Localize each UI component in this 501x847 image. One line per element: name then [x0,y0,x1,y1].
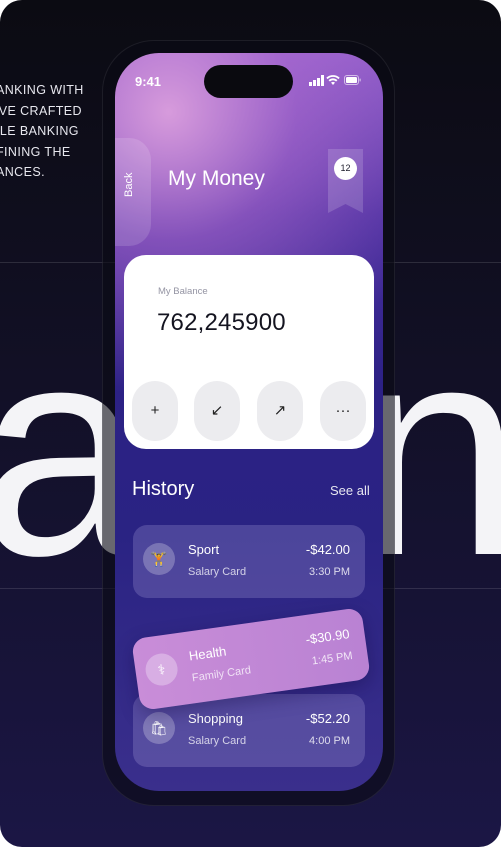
transaction-time: 1:45 PM [311,649,354,668]
arrow-up-right-icon: ↗ [273,402,287,419]
transaction-amount: -$52.20 [305,711,350,726]
plus-icon: + [150,402,160,419]
dumbbell-icon: 🏋 [143,543,175,575]
presentation-canvas: a in ANKING WITH 'VE CRAFTED ILE BANKING… [0,0,501,847]
transaction-card: Salary Card [188,735,247,747]
transaction-name: Sport [188,542,220,557]
phone-screen: 9:41 Back My Money 12 My Balance 762,245… [115,53,383,791]
dynamic-island [204,65,293,98]
more-icon: ··· [335,402,351,419]
balance-label: My Balance [158,286,208,297]
back-label: Back [123,172,135,197]
transaction-name: Shopping [188,711,243,726]
transaction-name: Health [187,643,228,664]
status-bar: 9:41 [115,53,383,103]
wifi-icon [326,75,340,85]
cellular-signal-icon [309,75,324,86]
transaction-card: Family Card [191,664,252,685]
send-button[interactable]: ↗ [257,381,303,441]
more-button[interactable]: ··· [320,381,366,441]
side-copy-line: ANKING WITH [0,83,84,97]
arrow-down-left-icon: ↙ [210,402,224,419]
side-copy-line: ANCES. [0,165,45,179]
receive-button[interactable]: ↙ [194,381,240,441]
side-copy-line: ILE BANKING [0,124,79,138]
transaction-amount: -$30.90 [304,626,351,648]
see-all-link[interactable]: See all [330,483,370,498]
history-title: History [132,478,195,500]
page-title: My Money [168,167,265,190]
side-copy-line: FINING THE [0,144,71,159]
transaction-time: 4:00 PM [309,735,350,747]
add-button[interactable]: + [132,381,178,441]
side-copy: ANKING WITH 'VE CRAFTED ILE BANKING FINI… [0,80,96,183]
balance-card: My Balance 762,245900 + ↙ ↗ ··· [124,255,374,449]
status-time: 9:41 [135,74,162,89]
shopping-bag-icon: 🛍 [143,712,175,744]
notification-badge: 12 [334,157,357,180]
health-icon: ⚕ [143,651,180,688]
transaction-amount: -$42.00 [305,542,350,557]
side-copy-line: 'VE CRAFTED [0,103,82,118]
battery-icon [344,75,361,85]
balance-amount: 762,245900 [157,309,286,336]
transaction-card: Salary Card [188,566,247,578]
transaction-row[interactable]: 🏋 Sport Salary Card -$42.00 3:30 PM [133,525,365,598]
transaction-time: 3:30 PM [309,566,350,578]
